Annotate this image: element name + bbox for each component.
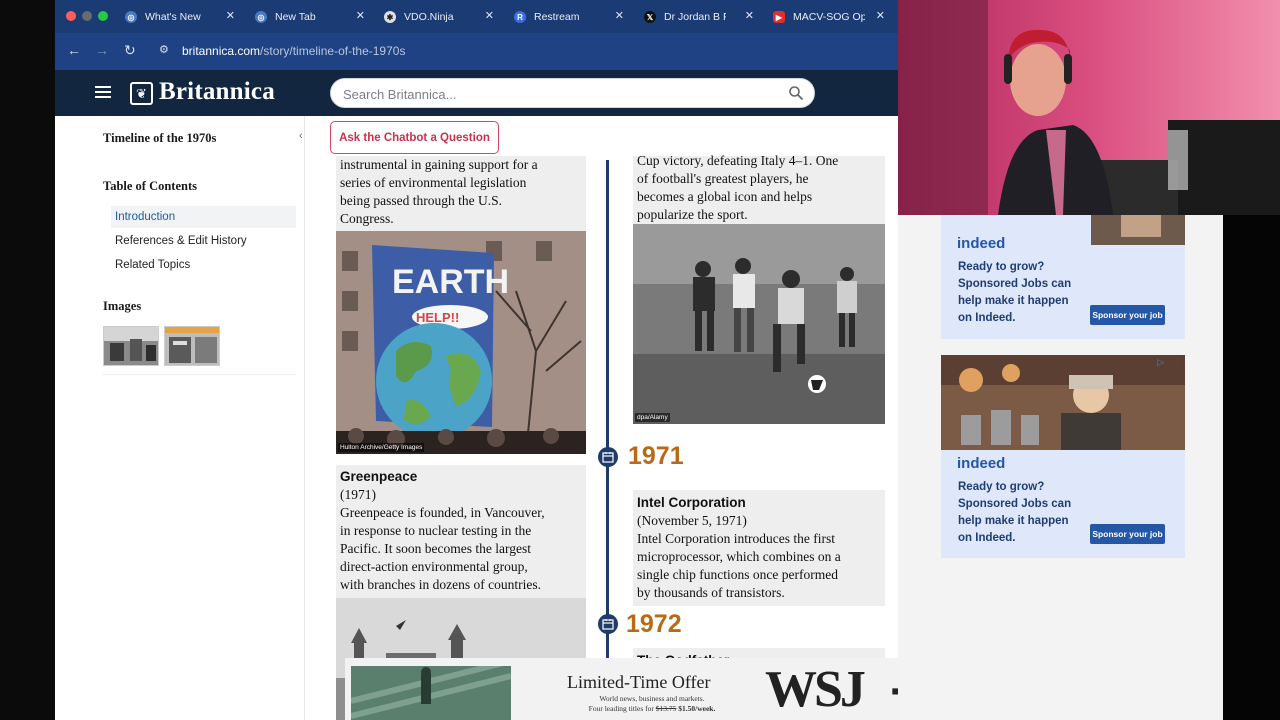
card-text: Greenpeace (1971) Greenpeace is founded,… [340, 469, 545, 592]
toc-item-introduction[interactable]: Introduction [111, 206, 296, 228]
greenpeace-card: Greenpeace (1971) Greenpeace is founded,… [336, 465, 586, 598]
tab-bar: ◎ What's New ✕ ◎ New Tab ✕ ✱ VDO.Ninja ✕… [55, 0, 898, 33]
britannica-thistle-icon[interactable]: ❦ [130, 82, 153, 105]
restream-icon: R [514, 11, 526, 23]
close-icon[interactable]: ✕ [876, 9, 885, 22]
indeed-ad-2[interactable]: ▷ ⋮ indeed Ready to grow? Sponsored Jobs … [941, 355, 1185, 558]
back-arrow-icon[interactable]: ← [67, 42, 81, 58]
search-bar [330, 78, 815, 108]
toc-heading: Table of Contents [103, 179, 197, 193]
intel-card: Intel Corporation (November 5, 1971) Int… [633, 490, 885, 606]
earth-day-photo[interactable]: EARTH HELP!! Hulton Archive/Getty Images [336, 231, 586, 454]
indeed-logo: indeed [957, 455, 1006, 472]
close-icon[interactable]: ✕ [356, 9, 365, 22]
image-thumbnail[interactable] [164, 326, 220, 366]
article-title: Timeline of the 1970s [103, 131, 217, 145]
close-window-button[interactable] [66, 11, 76, 21]
calendar-icon [598, 614, 618, 634]
url-path: /story/timeline-of-the-1970s [260, 44, 406, 58]
card-text: Intel Corporation (November 5, 1971) Int… [637, 495, 841, 600]
tab-x-jordan-peterson[interactable]: 𝕏 Dr Jordan B Pe ✕ [644, 6, 754, 28]
browser-window: ◎ What's New ✕ ◎ New Tab ✕ ✱ VDO.Ninja ✕… [55, 0, 898, 720]
sponsor-job-button[interactable]: Sponsor your job [1090, 524, 1165, 544]
close-icon[interactable]: ✕ [226, 9, 235, 22]
images-heading: Images [103, 299, 142, 313]
x-icon: 𝕏 [644, 11, 656, 23]
ad-copy: Ready to grow? Sponsored Jobs can help mak… [958, 261, 1072, 324]
toc-item-related-topics[interactable]: Related Topics [111, 254, 296, 276]
wsj-logo: WSJ [765, 661, 866, 718]
webcam-overlay [898, 0, 1280, 215]
menu-icon[interactable] [95, 86, 111, 98]
search-input[interactable] [343, 85, 773, 103]
close-icon[interactable]: ✕ [745, 9, 754, 22]
tab-youtube-macv-sog[interactable]: ▶ MACV-SOG Op ✕ [773, 6, 885, 28]
tab-title: Dr Jordan B Pe [664, 11, 726, 23]
timeline-axis [606, 160, 609, 720]
sidebar-divider [103, 374, 296, 375]
reload-icon[interactable]: ↻ [124, 42, 136, 59]
chevron-left-icon[interactable]: ‹ [299, 130, 303, 142]
chrome-icon: ◎ [255, 11, 267, 23]
card-title: Intel Corporation [637, 495, 746, 510]
minimize-window-button[interactable] [82, 11, 92, 21]
toc-item-references[interactable]: References & Edit History [111, 230, 296, 252]
tab-title: What's New [145, 11, 201, 23]
ad-copy: Ready to grow? Sponsored Jobs can help mak… [958, 481, 1072, 544]
desktop-background-left [0, 0, 55, 720]
chrome-icon: ◎ [125, 11, 137, 23]
site-settings-icon[interactable]: ⚙ [159, 43, 169, 56]
ask-chatbot-button[interactable]: Ask the Chatbot a Question [330, 121, 499, 154]
youtube-icon: ▶ [773, 11, 785, 23]
sign-text: EARTH [392, 263, 509, 301]
pele-card: Cup victory, defeating Italy 4–1. One of… [633, 153, 885, 224]
article-sidebar: Timeline of the 1970s ‹ Table of Content… [85, 116, 305, 720]
card-date: (1971) [340, 487, 376, 502]
tab-title: New Tab [275, 11, 316, 23]
image-thumbnail[interactable] [103, 326, 159, 366]
url-host: britannica.com [182, 44, 261, 58]
indeed-ad-1[interactable]: indeed Ready to grow? Sponsored Jobs can h… [941, 215, 1185, 339]
card-text: Cup victory, defeating Italy 4–1. One of… [637, 153, 839, 222]
card-title: Greenpeace [340, 469, 418, 484]
card-text: instrumental in gaining support for a se… [340, 157, 538, 226]
year-heading-1972: 1972 [626, 610, 682, 638]
ad-headline: Limited-Time Offer [567, 672, 711, 692]
tab-whats-new[interactable]: ◎ What's New ✕ [125, 6, 235, 28]
url-field[interactable]: britannica.com/story/timeline-of-the-197… [182, 40, 898, 63]
ad-subtext: World news, business and markets. Four l… [588, 694, 716, 713]
tab-vdo-ninja[interactable]: ✱ VDO.Ninja ✕ [384, 6, 494, 28]
pele-photo[interactable]: dpa/Alamy [633, 224, 885, 424]
indeed-logo: indeed [957, 235, 1006, 252]
maximize-window-button[interactable] [98, 11, 108, 21]
search-icon[interactable] [788, 85, 804, 101]
calendar-icon [598, 447, 618, 467]
tab-title: VDO.Ninja [404, 11, 454, 23]
desktop-background-right [1223, 215, 1280, 720]
more-options-icon[interactable]: ⋮ [1173, 357, 1182, 368]
forward-arrow-icon[interactable]: → [95, 42, 109, 58]
wsj-banner-ad[interactable]: Limited-Time Offer World news, business … [345, 658, 898, 720]
site-logo[interactable]: Britannica [159, 78, 275, 106]
sign-subtext: HELP!! [416, 310, 459, 325]
ad-photo [351, 666, 511, 720]
site-header: ❦ Britannica [55, 70, 898, 116]
sponsor-job-button[interactable]: Sponsor your job [1090, 305, 1165, 325]
adchoices-icon[interactable]: ▷ [1157, 357, 1164, 368]
earth-day-card: instrumental in gaining support for a se… [336, 156, 586, 231]
card-date: (November 5, 1971) [637, 513, 747, 528]
close-icon[interactable]: ✕ [615, 9, 624, 22]
wsj-plus-mark: + [890, 658, 898, 720]
close-icon[interactable]: ✕ [485, 9, 494, 22]
tab-restream[interactable]: R Restream ✕ [514, 6, 624, 28]
tab-new-tab[interactable]: ◎ New Tab ✕ [255, 6, 365, 28]
page-content: Timeline of the 1970s ‹ Table of Content… [55, 116, 898, 720]
photo-credit: Hulton Archive/Getty Images [338, 443, 425, 452]
vdo-ninja-icon: ✱ [384, 11, 396, 23]
tab-title: MACV-SOG Op [793, 11, 865, 23]
tab-title: Restream [534, 11, 580, 23]
photo-credit: dpa/Alamy [635, 413, 670, 422]
address-bar: ← → ↻ ⚙ britannica.com/story/timeline-of… [55, 33, 898, 70]
year-heading-1971: 1971 [628, 442, 684, 470]
